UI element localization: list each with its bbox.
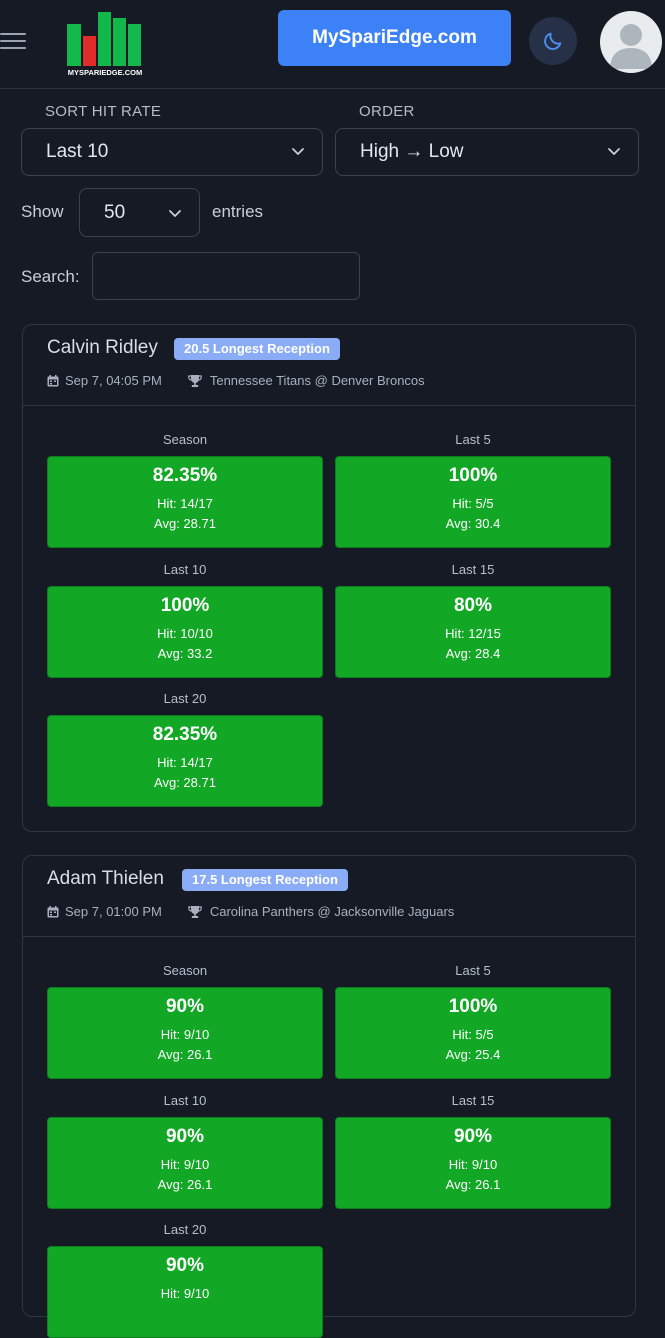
site-logo[interactable]: MYSPARIEDGE.COM xyxy=(66,10,144,80)
entries-select[interactable]: 50 xyxy=(79,188,200,237)
stat-label: Last 10 xyxy=(163,562,207,577)
sort-hit-rate-label: SORT HIT RATE xyxy=(45,103,162,120)
search-input[interactable] xyxy=(92,252,360,300)
hit-rate-tile: 82.35% Hit: 14/17 Avg: 28.71 xyxy=(47,715,323,807)
hit-rate-tile: 90% Hit: 9/10 Avg: 26.1 xyxy=(335,1117,611,1209)
user-avatar-icon xyxy=(610,24,652,69)
prop-badge: 17.5 Longest Reception xyxy=(182,869,348,891)
hit-rate-tile: 100% Hit: 5/5 Avg: 30.4 xyxy=(335,456,611,548)
hit-rate-tile: 90% Hit: 9/10 xyxy=(47,1246,323,1338)
trophy-icon xyxy=(188,374,202,387)
user-avatar[interactable] xyxy=(600,11,662,73)
stat-label: Last 5 xyxy=(455,963,491,978)
card-header: Calvin Ridley 20.5 Longest Reception Sep… xyxy=(23,325,635,406)
show-label: Show xyxy=(21,202,64,221)
stat-label: Season xyxy=(162,432,208,447)
hit-percentage: 90% xyxy=(165,996,205,1017)
chevron-down-icon xyxy=(608,148,620,155)
hit-count: Hit: 5/5 xyxy=(452,1027,494,1042)
hit-rate-tile: 100% Hit: 10/10 Avg: 33.2 xyxy=(47,586,323,678)
game-meta: Sep 7, 01:00 PM Carolina Panthers @ Jack… xyxy=(47,904,454,919)
player-name[interactable]: Calvin Ridley xyxy=(47,337,158,359)
hit-rate-tile: 100% Hit: 5/5 Avg: 25.4 xyxy=(335,987,611,1079)
hit-count: Hit: 12/15 xyxy=(445,626,501,641)
stat-label: Last 15 xyxy=(451,562,495,577)
hit-count: Hit: 10/10 xyxy=(157,626,213,641)
hit-percentage: 90% xyxy=(165,1255,205,1276)
hit-percentage: 82.35% xyxy=(152,465,218,486)
sort-hit-rate-value: Last 10 xyxy=(46,141,109,162)
calendar-icon xyxy=(47,374,59,386)
moon-icon xyxy=(544,32,562,50)
stat-label: Season xyxy=(162,963,208,978)
stat-label: Last 5 xyxy=(455,432,491,447)
order-value: High → Low xyxy=(360,141,464,162)
order-select[interactable]: High → Low xyxy=(335,128,639,176)
hit-count: Hit: 5/5 xyxy=(452,496,494,511)
average-value: Avg: 30.4 xyxy=(445,516,501,531)
chevron-down-icon xyxy=(292,148,304,155)
sort-hit-rate-select[interactable]: Last 10 xyxy=(21,128,323,176)
prop-card: Adam Thielen 17.5 Longest Reception Sep … xyxy=(22,855,636,1338)
search-label: Search: xyxy=(21,267,80,286)
top-header: MYSPARIEDGE.COM MySpariEdge.com xyxy=(0,0,665,89)
player-name[interactable]: Adam Thielen xyxy=(47,868,164,890)
hit-percentage: 100% xyxy=(160,595,210,616)
entries-label: entries xyxy=(212,202,264,221)
stat-label: Last 10 xyxy=(163,1093,207,1108)
hit-rate-tile: 80% Hit: 12/15 Avg: 28.4 xyxy=(335,586,611,678)
order-label: ORDER xyxy=(359,103,415,120)
stat-label: Last 15 xyxy=(451,1093,495,1108)
hit-count: Hit: 9/10 xyxy=(160,1157,210,1172)
hit-count: Hit: 14/17 xyxy=(157,755,213,770)
average-value: Avg: 26.1 xyxy=(445,1177,501,1192)
game-meta: Sep 7, 04:05 PM Tennessee Titans @ Denve… xyxy=(47,373,425,388)
hamburger-icon[interactable] xyxy=(0,28,28,52)
calendar-icon xyxy=(47,905,59,917)
game-date: Sep 7, 01:00 PM xyxy=(65,904,162,919)
hit-percentage: 90% xyxy=(165,1126,205,1147)
prop-card: Calvin Ridley 20.5 Longest Reception Sep… xyxy=(22,324,636,832)
average-value: Avg: 28.71 xyxy=(154,516,216,531)
average-value: Avg: 28.71 xyxy=(154,775,216,790)
average-value: Avg: 33.2 xyxy=(157,646,213,661)
hit-count: Hit: 9/10 xyxy=(448,1157,498,1172)
hit-percentage: 100% xyxy=(448,465,498,486)
brand-button[interactable]: MySpariEdge.com xyxy=(278,10,511,66)
average-value: Avg: 26.1 xyxy=(157,1047,213,1062)
logo-text: MYSPARIEDGE.COM xyxy=(68,68,142,77)
hit-percentage: 100% xyxy=(448,996,498,1017)
stat-label: Last 20 xyxy=(163,1222,207,1237)
theme-toggle-button[interactable] xyxy=(529,17,577,65)
logo-icon: MYSPARIEDGE.COM xyxy=(67,12,142,77)
average-value: Avg: 25.4 xyxy=(445,1047,501,1062)
hit-count: Hit: 9/10 xyxy=(160,1027,210,1042)
hit-count: Hit: 14/17 xyxy=(157,496,213,511)
trophy-icon xyxy=(188,905,202,918)
hit-rate-tile: 90% Hit: 9/10 Avg: 26.1 xyxy=(47,987,323,1079)
hit-percentage: 82.35% xyxy=(152,724,218,745)
game-date: Sep 7, 04:05 PM xyxy=(65,373,162,388)
chevron-down-icon xyxy=(169,210,181,217)
hit-rate-tile: 82.35% Hit: 14/17 Avg: 28.71 xyxy=(47,456,323,548)
game-matchup: Tennessee Titans @ Denver Broncos xyxy=(209,373,425,388)
average-value: Avg: 26.1 xyxy=(157,1177,213,1192)
hit-percentage: 90% xyxy=(453,1126,493,1147)
entries-value: 50 xyxy=(104,202,126,223)
hit-percentage: 80% xyxy=(453,595,493,616)
card-header: Adam Thielen 17.5 Longest Reception Sep … xyxy=(23,856,635,937)
prop-badge: 20.5 Longest Reception xyxy=(174,338,340,360)
average-value: Avg: 28.4 xyxy=(445,646,501,661)
stat-label: Last 20 xyxy=(163,691,207,706)
hit-rate-tile: 90% Hit: 9/10 Avg: 26.1 xyxy=(47,1117,323,1209)
game-matchup: Carolina Panthers @ Jacksonville Jaguars xyxy=(209,904,455,919)
